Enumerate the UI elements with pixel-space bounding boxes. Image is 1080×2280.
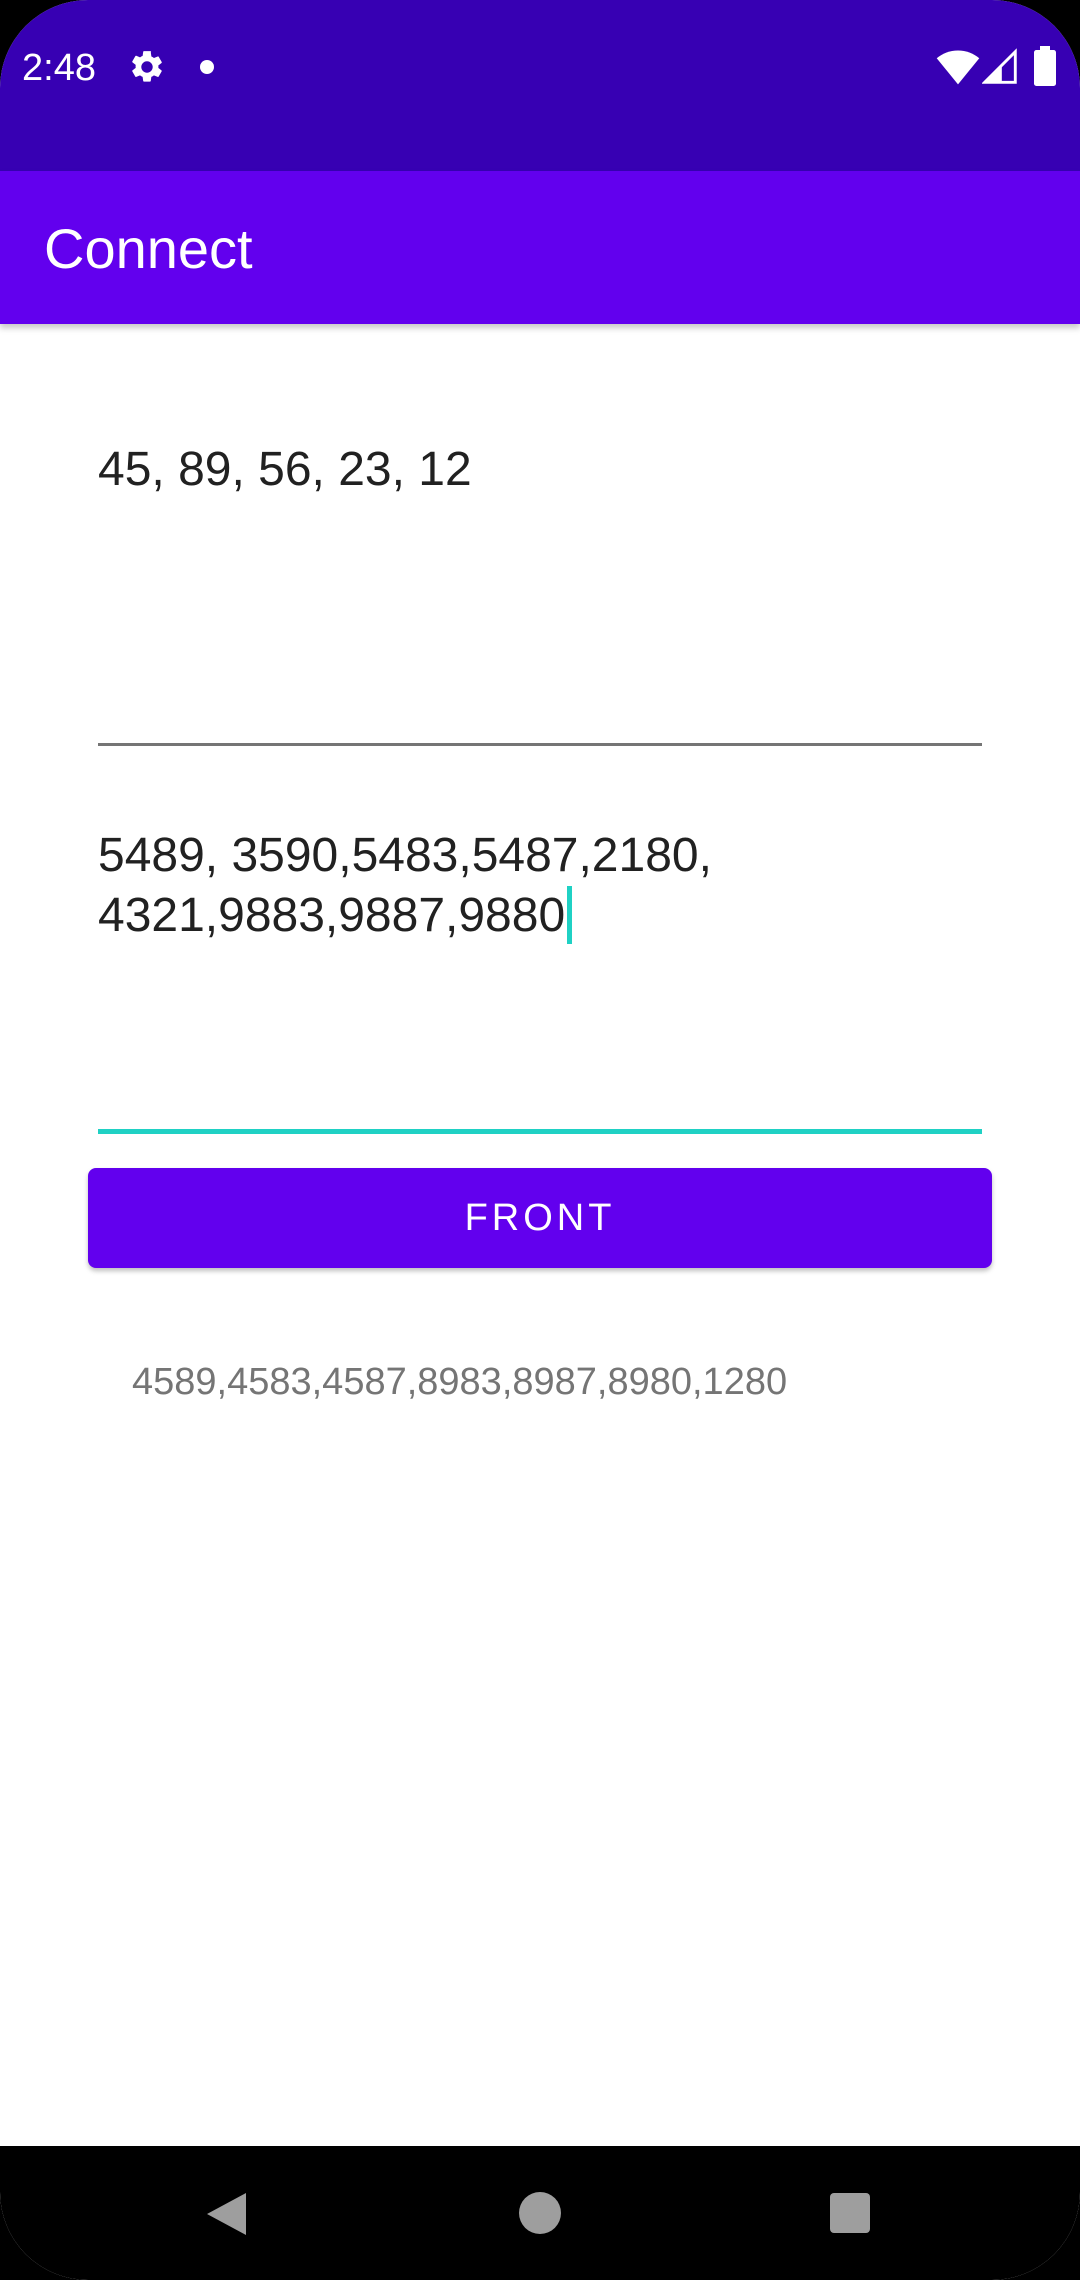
result-text: 4589,4583,4587,8983,8987,8980,1280: [132, 1361, 788, 1403]
numbers-input-second[interactable]: 5489, 3590,5483,5487,2180, 4321,9883,988…: [98, 826, 982, 1136]
gear-icon: [132, 51, 162, 82]
notification-dot-icon: [200, 60, 214, 74]
wifi-icon: [936, 50, 980, 85]
back-icon[interactable]: [204, 2190, 248, 2238]
numbers-input-first-underline: [98, 743, 982, 746]
status-time: 2:48: [22, 47, 96, 89]
app-screen: 2:48 Connect 45, 89, 56, 23, 12 5489, 35…: [0, 0, 1080, 2280]
numbers-input-second-text: 5489, 3590,5483,5487,2180, 4321,9883,988…: [98, 829, 712, 942]
signal-icon: [982, 48, 1017, 84]
numbers-input-second-content: 5489, 3590,5483,5487,2180, 4321,9883,988…: [98, 826, 982, 946]
text-cursor: [567, 886, 573, 944]
front-button[interactable]: FRONT: [88, 1168, 992, 1268]
app-bar: Connect: [0, 171, 1080, 324]
numbers-input-second-underline: [98, 1129, 982, 1134]
numbers-input-first-text: 45, 89, 56, 23, 12: [98, 443, 472, 496]
status-bar: 2:48: [0, 0, 1080, 171]
numbers-input-first[interactable]: 45, 89, 56, 23, 12: [98, 440, 982, 748]
navigation-bar: [0, 2146, 1080, 2280]
app-title: Connect: [44, 217, 253, 280]
recents-icon[interactable]: [830, 2193, 870, 2233]
home-icon[interactable]: [519, 2192, 561, 2234]
battery-icon: [1034, 46, 1056, 86]
